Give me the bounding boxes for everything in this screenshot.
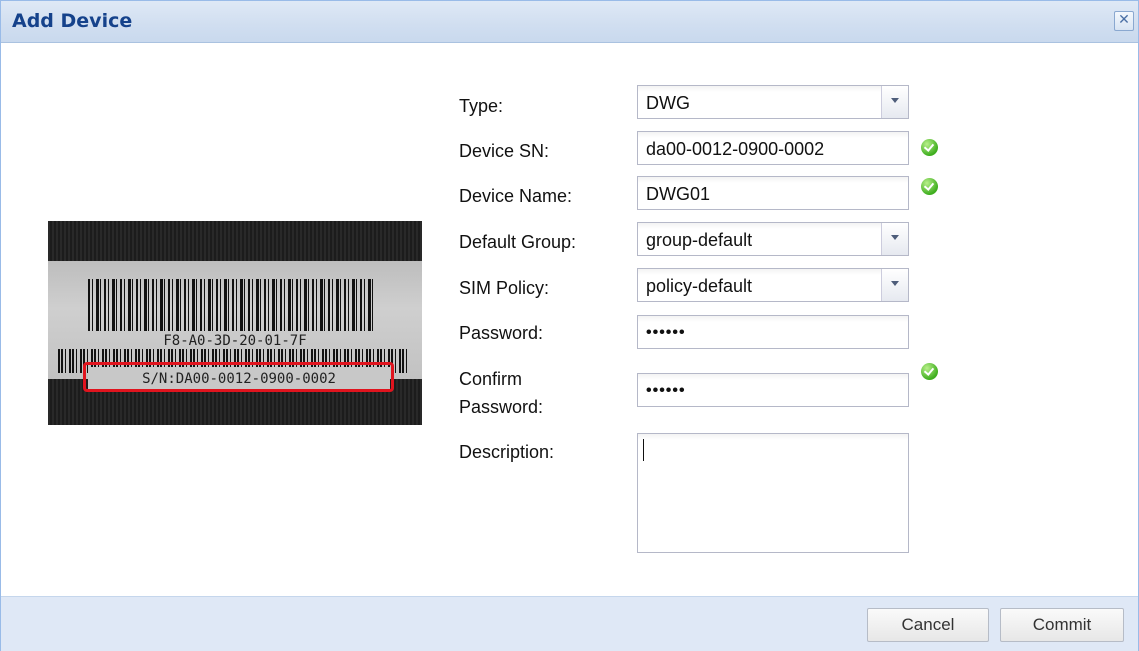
commit-button[interactable]: Commit (1000, 608, 1124, 642)
sim-policy-select[interactable]: policy-default (637, 268, 909, 302)
description-label: Description: (459, 442, 555, 462)
type-label: Type: (459, 96, 504, 116)
type-select[interactable]: DWG (637, 85, 909, 119)
sim-policy-label: SIM Policy: (459, 278, 550, 298)
password-label: Password: (459, 323, 544, 343)
device-sn-label: Device SN: (459, 141, 550, 161)
valid-check-icon (921, 139, 938, 156)
mac-barcode (88, 279, 373, 331)
password-input[interactable]: •••••• (637, 315, 909, 349)
close-icon[interactable]: ✕ (1114, 11, 1134, 31)
device-name-input[interactable]: DWG01 (637, 176, 909, 210)
chevron-down-icon[interactable] (881, 223, 908, 255)
confirm-password-input[interactable]: •••••• (637, 373, 909, 407)
sim-policy-value: policy-default (646, 276, 753, 296)
type-value: DWG (646, 93, 690, 113)
default-group-label: Default Group: (459, 232, 577, 252)
device-sn-input[interactable]: da00-0012-0900-0002 (637, 131, 909, 165)
valid-check-icon (921, 178, 938, 195)
description-textarea[interactable] (637, 433, 909, 553)
mac-address-text: F8-A0-3D-20-01-7F (163, 333, 307, 349)
dialog-title: Add Device (12, 10, 133, 32)
dialog-footer: Cancel Commit (1, 596, 1138, 651)
valid-check-icon (921, 363, 938, 380)
default-group-value: group-default (646, 230, 753, 250)
confirm-password-value: •••••• (646, 382, 686, 399)
chevron-down-icon[interactable] (881, 269, 908, 301)
dialog-titlebar[interactable]: Add Device ✕ (1, 1, 1138, 43)
confirm-password-label-line2: Password: (459, 397, 544, 417)
add-device-dialog: Add Device ✕ F8-A0-3D-20-01-7F S/N:DA00-… (0, 0, 1139, 651)
serial-number-highlight (83, 362, 394, 392)
device-sn-value: da00-0012-0900-0002 (646, 139, 825, 159)
text-cursor (643, 439, 644, 461)
chevron-down-icon[interactable] (881, 86, 908, 118)
confirm-password-label-line1: Confirm (459, 369, 523, 389)
cancel-button[interactable]: Cancel (867, 608, 989, 642)
device-name-label: Device Name: (459, 186, 573, 206)
default-group-select[interactable]: group-default (637, 222, 909, 256)
device-name-value: DWG01 (646, 184, 711, 204)
password-value: •••••• (646, 324, 686, 341)
device-label-image: F8-A0-3D-20-01-7F S/N:DA00-0012-0900-000… (48, 221, 422, 425)
